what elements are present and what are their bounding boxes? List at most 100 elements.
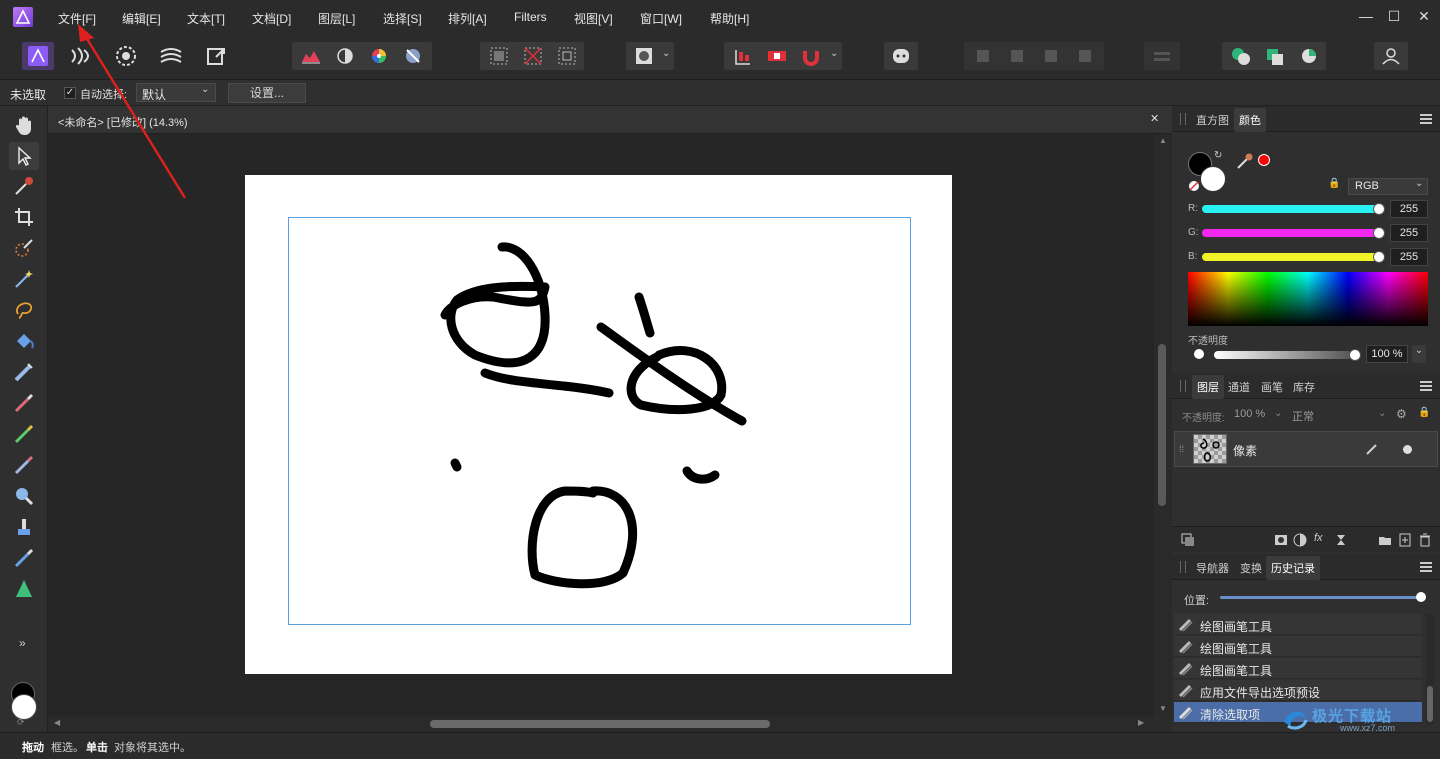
menu-window[interactable]: 窗口[W] bbox=[640, 10, 682, 27]
move-to-back-icon[interactable] bbox=[968, 42, 998, 70]
layer-row[interactable]: ⁞⁞ 像素 bbox=[1174, 431, 1438, 467]
freehand-select-icon[interactable] bbox=[12, 298, 36, 322]
group-folder-icon[interactable] bbox=[1378, 533, 1392, 547]
close-window-button[interactable]: ✕ bbox=[1414, 6, 1434, 26]
b-value-field[interactable]: 255 bbox=[1390, 248, 1428, 266]
color-spectrum[interactable] bbox=[1188, 272, 1428, 326]
panel-menu-icon[interactable] bbox=[1420, 114, 1432, 124]
b-channel-slider[interactable] bbox=[1202, 253, 1380, 261]
history-item[interactable]: 绘图画笔工具 bbox=[1174, 636, 1422, 657]
r-value-field[interactable]: 255 bbox=[1390, 200, 1428, 218]
swap-colors-icon[interactable]: ⟳ bbox=[17, 717, 25, 728]
transform-origin-icon[interactable] bbox=[762, 42, 792, 70]
g-value-field[interactable]: 255 bbox=[1390, 224, 1428, 242]
move-to-front-icon[interactable] bbox=[1070, 42, 1100, 70]
menu-view[interactable]: 视图[V] bbox=[574, 10, 613, 27]
user-account-button[interactable] bbox=[1374, 42, 1408, 70]
tab-transform[interactable]: 变换 bbox=[1240, 560, 1262, 576]
history-item[interactable]: 绘图画笔工具 bbox=[1174, 658, 1422, 679]
maximize-button[interactable]: ☐ bbox=[1384, 6, 1404, 26]
chevron-down-icon[interactable]: ⌄ bbox=[1378, 408, 1386, 419]
flood-fill-icon[interactable] bbox=[12, 329, 36, 353]
sharpen-icon[interactable] bbox=[12, 577, 36, 601]
layer-name[interactable]: 像素 bbox=[1233, 442, 1257, 459]
paint-brush-icon[interactable] bbox=[12, 391, 36, 415]
menu-layer[interactable]: 图层[L] bbox=[318, 10, 355, 27]
adjustments-icon[interactable] bbox=[330, 42, 360, 70]
tab-layers[interactable]: 图层 bbox=[1192, 375, 1224, 399]
close-document-button[interactable]: ✕ bbox=[1150, 112, 1159, 125]
clone-icon[interactable] bbox=[12, 515, 36, 539]
panel-menu-icon[interactable] bbox=[1420, 562, 1432, 572]
live-filter-icon[interactable] bbox=[1334, 533, 1348, 547]
lock-icon[interactable]: 🔒 bbox=[1328, 178, 1340, 189]
g-slider-knob[interactable] bbox=[1373, 227, 1385, 239]
horizontal-scroll-thumb[interactable] bbox=[430, 720, 770, 728]
tab-channels[interactable]: 通道 bbox=[1228, 379, 1250, 395]
no-color-icon[interactable] bbox=[1188, 180, 1200, 192]
fx-icon[interactable]: fx bbox=[1314, 532, 1323, 544]
eyedropper-icon[interactable] bbox=[1236, 152, 1254, 170]
panel-grip-icon[interactable] bbox=[1180, 380, 1186, 392]
vertical-scroll-thumb[interactable] bbox=[1158, 344, 1166, 506]
align-menu-button[interactable] bbox=[1144, 42, 1180, 70]
layer-visibility-dot[interactable] bbox=[1403, 445, 1412, 454]
quick-mask-group[interactable]: ⌄ bbox=[626, 42, 674, 70]
smudge-icon[interactable] bbox=[12, 546, 36, 570]
scroll-right-icon[interactable]: ▶ bbox=[1138, 718, 1144, 727]
layer-drag-handle-icon[interactable]: ⁞⁞ bbox=[1179, 444, 1184, 454]
minimize-button[interactable]: — bbox=[1356, 6, 1376, 26]
tab-history[interactable]: 历史记录 bbox=[1266, 556, 1320, 580]
panel-menu-icon[interactable] bbox=[1420, 381, 1432, 391]
snapping-magnet-icon[interactable] bbox=[796, 42, 826, 70]
opacity-slider-knob[interactable] bbox=[1349, 349, 1361, 361]
align-icon[interactable] bbox=[728, 42, 758, 70]
photo-persona-button[interactable] bbox=[22, 42, 54, 70]
layer-settings-icon[interactable] bbox=[1180, 532, 1196, 548]
menu-arrange[interactable]: 排列[A] bbox=[448, 10, 487, 27]
delete-layer-trash-icon[interactable] bbox=[1418, 533, 1432, 547]
color-mode-dropdown[interactable]: RGB ⌄ bbox=[1348, 178, 1428, 195]
affinity-photo-logo-icon[interactable] bbox=[12, 6, 34, 28]
subtract-icon[interactable] bbox=[1260, 42, 1290, 70]
opacity-dropdown-icon[interactable]: ⌄ bbox=[1412, 345, 1426, 363]
intersect-icon[interactable] bbox=[1294, 42, 1324, 70]
swap-colors-icon[interactable]: ↻ bbox=[1214, 150, 1222, 161]
settings-button[interactable]: 设置... bbox=[228, 83, 306, 103]
selection-brush-icon[interactable] bbox=[12, 236, 36, 260]
levels-icon[interactable] bbox=[296, 42, 326, 70]
move-icon[interactable] bbox=[12, 144, 36, 168]
layer-settings-gear-icon[interactable]: ⚙ bbox=[1396, 407, 1407, 421]
history-position-knob[interactable] bbox=[1416, 592, 1426, 602]
panel-grip-icon[interactable] bbox=[1180, 561, 1186, 573]
select-all-icon[interactable] bbox=[484, 42, 514, 70]
pixel-brush-icon[interactable] bbox=[12, 422, 36, 446]
export-persona-button[interactable] bbox=[200, 42, 232, 70]
chevron-down-icon[interactable]: ⌄ bbox=[1274, 408, 1282, 419]
horizontal-scrollbar[interactable]: ◀ ▶ bbox=[48, 716, 1154, 732]
mask-layer-icon[interactable] bbox=[1274, 533, 1288, 547]
menu-select[interactable]: 选择[S] bbox=[383, 10, 422, 27]
layer-lock-icon[interactable]: 🔒 bbox=[1418, 407, 1430, 418]
menu-help[interactable]: 帮助[H] bbox=[710, 10, 749, 27]
menu-document[interactable]: 文档[D] bbox=[252, 10, 291, 27]
adjustment-layer-icon[interactable] bbox=[1293, 533, 1307, 547]
move-forward-icon[interactable] bbox=[1036, 42, 1066, 70]
invert-selection-icon[interactable] bbox=[552, 42, 582, 70]
opacity-slider[interactable] bbox=[1214, 351, 1352, 359]
add-icon[interactable] bbox=[1226, 42, 1256, 70]
chevron-down-icon[interactable]: ⌄ bbox=[830, 48, 838, 59]
tab-brushes[interactable]: 画笔 bbox=[1261, 379, 1283, 395]
blend-mode-value[interactable]: 正常 bbox=[1292, 408, 1314, 424]
tab-color[interactable]: 颜色 bbox=[1234, 108, 1266, 132]
r-channel-slider[interactable] bbox=[1202, 205, 1380, 213]
assistant-button[interactable] bbox=[884, 42, 918, 70]
tab-histogram[interactable]: 直方图 bbox=[1196, 112, 1229, 128]
picked-color-swatch[interactable] bbox=[1258, 154, 1270, 166]
color-wheel-icon[interactable] bbox=[364, 42, 394, 70]
move-back-icon[interactable] bbox=[1002, 42, 1032, 70]
history-position-slider[interactable] bbox=[1220, 596, 1422, 599]
canvas-area[interactable] bbox=[48, 134, 1154, 716]
more-tools-icon[interactable]: » bbox=[19, 636, 26, 650]
panel-grip-icon[interactable] bbox=[1180, 113, 1186, 125]
